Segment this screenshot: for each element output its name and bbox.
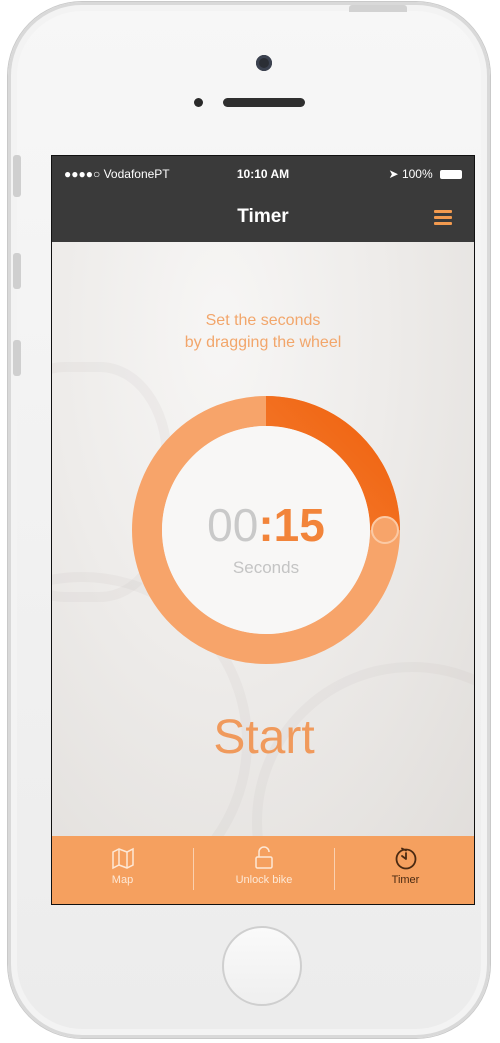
tab-label: Map	[111, 874, 134, 886]
volume-up-button	[13, 253, 21, 289]
time-separator: :	[258, 499, 274, 551]
tab-label: Unlock bike	[235, 874, 293, 886]
time-readout: 00:15	[130, 500, 402, 550]
seconds-unit-label: Seconds	[232, 558, 300, 577]
power-button	[349, 5, 407, 12]
screen: ●●●●○ VodafonePT 10:10 AM ➤ 100% Timer S…	[51, 155, 475, 905]
start-button[interactable]: Start	[164, 704, 364, 770]
status-right: ➤ 100%	[389, 167, 462, 181]
tab-unlock-bike[interactable]: Unlock bike	[194, 836, 334, 904]
battery-icon	[440, 170, 462, 179]
instructions-line-1: Set the seconds	[205, 312, 321, 329]
tab-bar: Map Unlock bike Timer	[52, 836, 474, 904]
unlock-icon	[255, 846, 273, 869]
location-arrow-icon: ➤	[388, 167, 399, 181]
volume-down-button	[13, 340, 21, 376]
tab-label: Timer	[391, 874, 420, 886]
battery-percent: 100%	[401, 167, 433, 181]
map-icon	[111, 847, 134, 870]
timer-content: Set the seconds by dragging the wheel 00…	[52, 242, 474, 836]
phone-frame: ●●●●○ VodafonePT 10:10 AM ➤ 100% Timer S…	[8, 2, 490, 1038]
seconds-value: 15	[273, 499, 325, 551]
proximity-sensor	[194, 98, 203, 107]
instructions-line-2: by dragging the wheel	[184, 334, 342, 351]
minutes-value: 00	[207, 499, 259, 551]
timer-icon	[395, 847, 416, 870]
front-camera	[256, 55, 272, 71]
tab-map[interactable]: Map	[52, 836, 193, 904]
page-title: Timer	[237, 206, 289, 227]
nav-bar: Timer	[52, 194, 474, 242]
mute-switch	[13, 155, 21, 197]
instructions-text: Set the seconds by dragging the wheel	[52, 310, 474, 354]
home-button[interactable]	[222, 926, 302, 1006]
earpiece-speaker	[223, 98, 305, 107]
tab-timer[interactable]: Timer	[335, 836, 474, 904]
hamburger-menu-icon[interactable]	[434, 210, 452, 226]
status-bar: ●●●●○ VodafonePT 10:10 AM ➤ 100%	[52, 156, 474, 194]
